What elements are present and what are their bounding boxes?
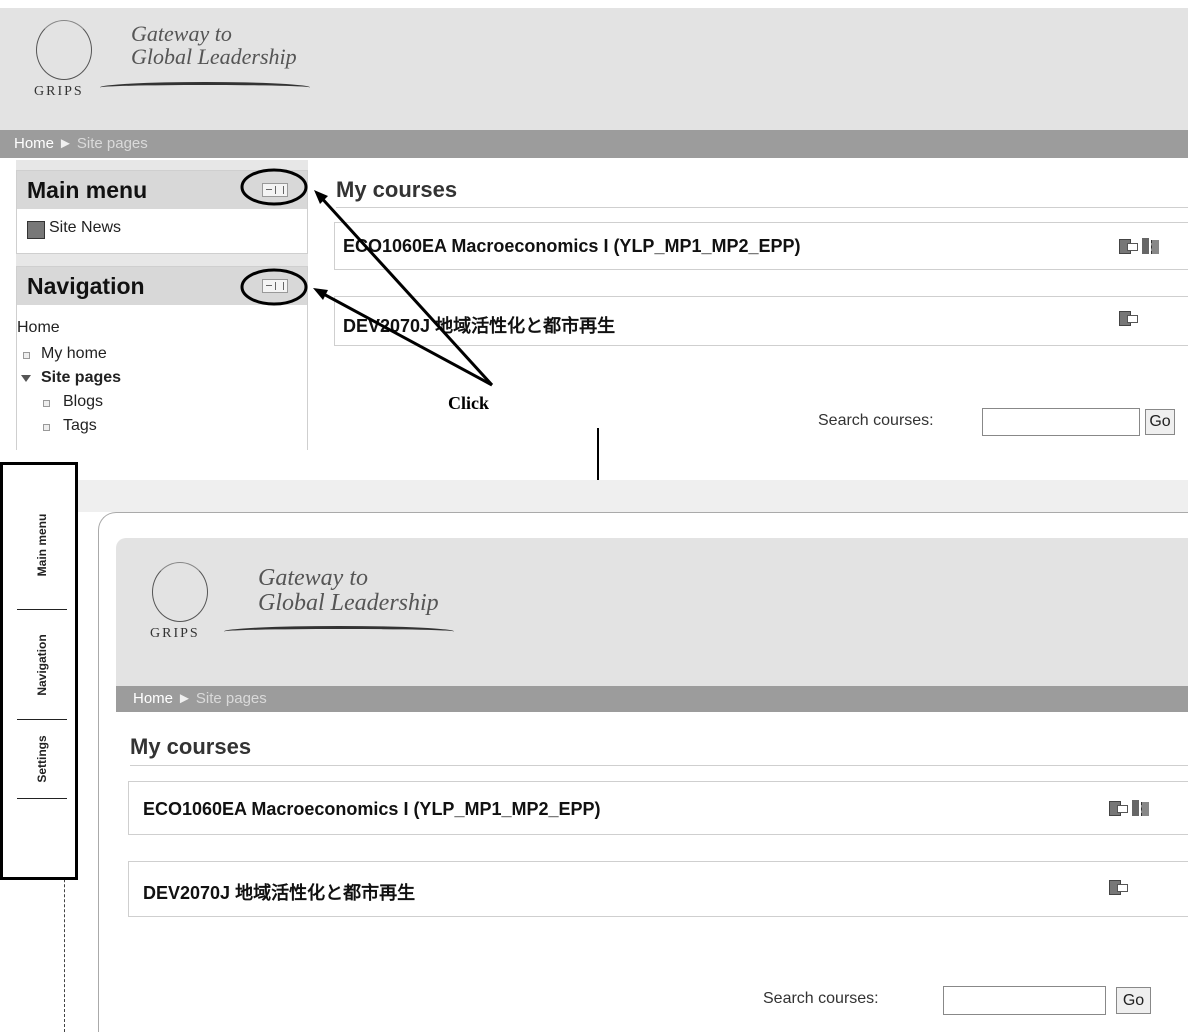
dock-tab-main-menu[interactable]: Main menu [17, 481, 67, 609]
breadcrumb-current[interactable]: Site pages [196, 690, 267, 707]
annotation-arrow [316, 192, 494, 387]
breadcrumb-separator: ► [177, 690, 192, 707]
course-link[interactable]: DEV2070J 地域活性化と都市再生 [143, 879, 415, 905]
dock-tab-label: Settings [35, 735, 49, 783]
tagline-line2: Global Leadership [258, 590, 439, 617]
enrol-icon [1109, 878, 1128, 896]
search-courses-input[interactable] [943, 986, 1106, 1015]
breadcrumb-home-link[interactable]: Home [133, 690, 173, 707]
my-courses-heading: My courses [130, 734, 252, 759]
breadcrumb: Home ► Site pages [116, 686, 1188, 712]
highlight-circle [240, 168, 308, 206]
grips-logo[interactable]: GRIPS [146, 558, 266, 668]
logo-ring [152, 562, 208, 622]
dock-panel: Main menu Navigation Settings [0, 462, 78, 880]
dock-tab-label: Navigation [35, 633, 49, 696]
course-link[interactable]: ECO1060EA Macroeconomics I (YLP_MP1_MP2_… [143, 799, 601, 820]
logo-org-text: GRIPS [150, 626, 200, 641]
go-button[interactable]: Go [1116, 987, 1151, 1014]
course-box: DEV2070J 地域活性化と都市再生 [128, 861, 1188, 917]
logo-swoosh [224, 626, 454, 637]
highlight-circle [240, 268, 308, 306]
site-header: GRIPS Gateway to Global Leadership [116, 538, 1188, 686]
logo-tagline: Gateway to Global Leadership [258, 565, 439, 617]
click-annotation: Click [448, 393, 490, 413]
dock-tab-label: Main menu [35, 513, 49, 577]
tagline-line1: Gateway to [258, 565, 368, 591]
arrow-head [313, 288, 328, 300]
enrol-icon [1109, 799, 1128, 817]
search-courses-label: Search courses: [763, 990, 879, 1007]
dock-tab-settings[interactable]: Settings [17, 719, 67, 799]
dock-tab-navigation[interactable]: Navigation [17, 609, 67, 719]
heading-rule [130, 765, 1188, 766]
page-background [78, 480, 1188, 512]
guest-access-icon [1131, 799, 1149, 817]
course-box: ECO1060EA Macroeconomics I (YLP_MP1_MP2_… [128, 781, 1188, 835]
annotation-arrow [317, 289, 493, 387]
